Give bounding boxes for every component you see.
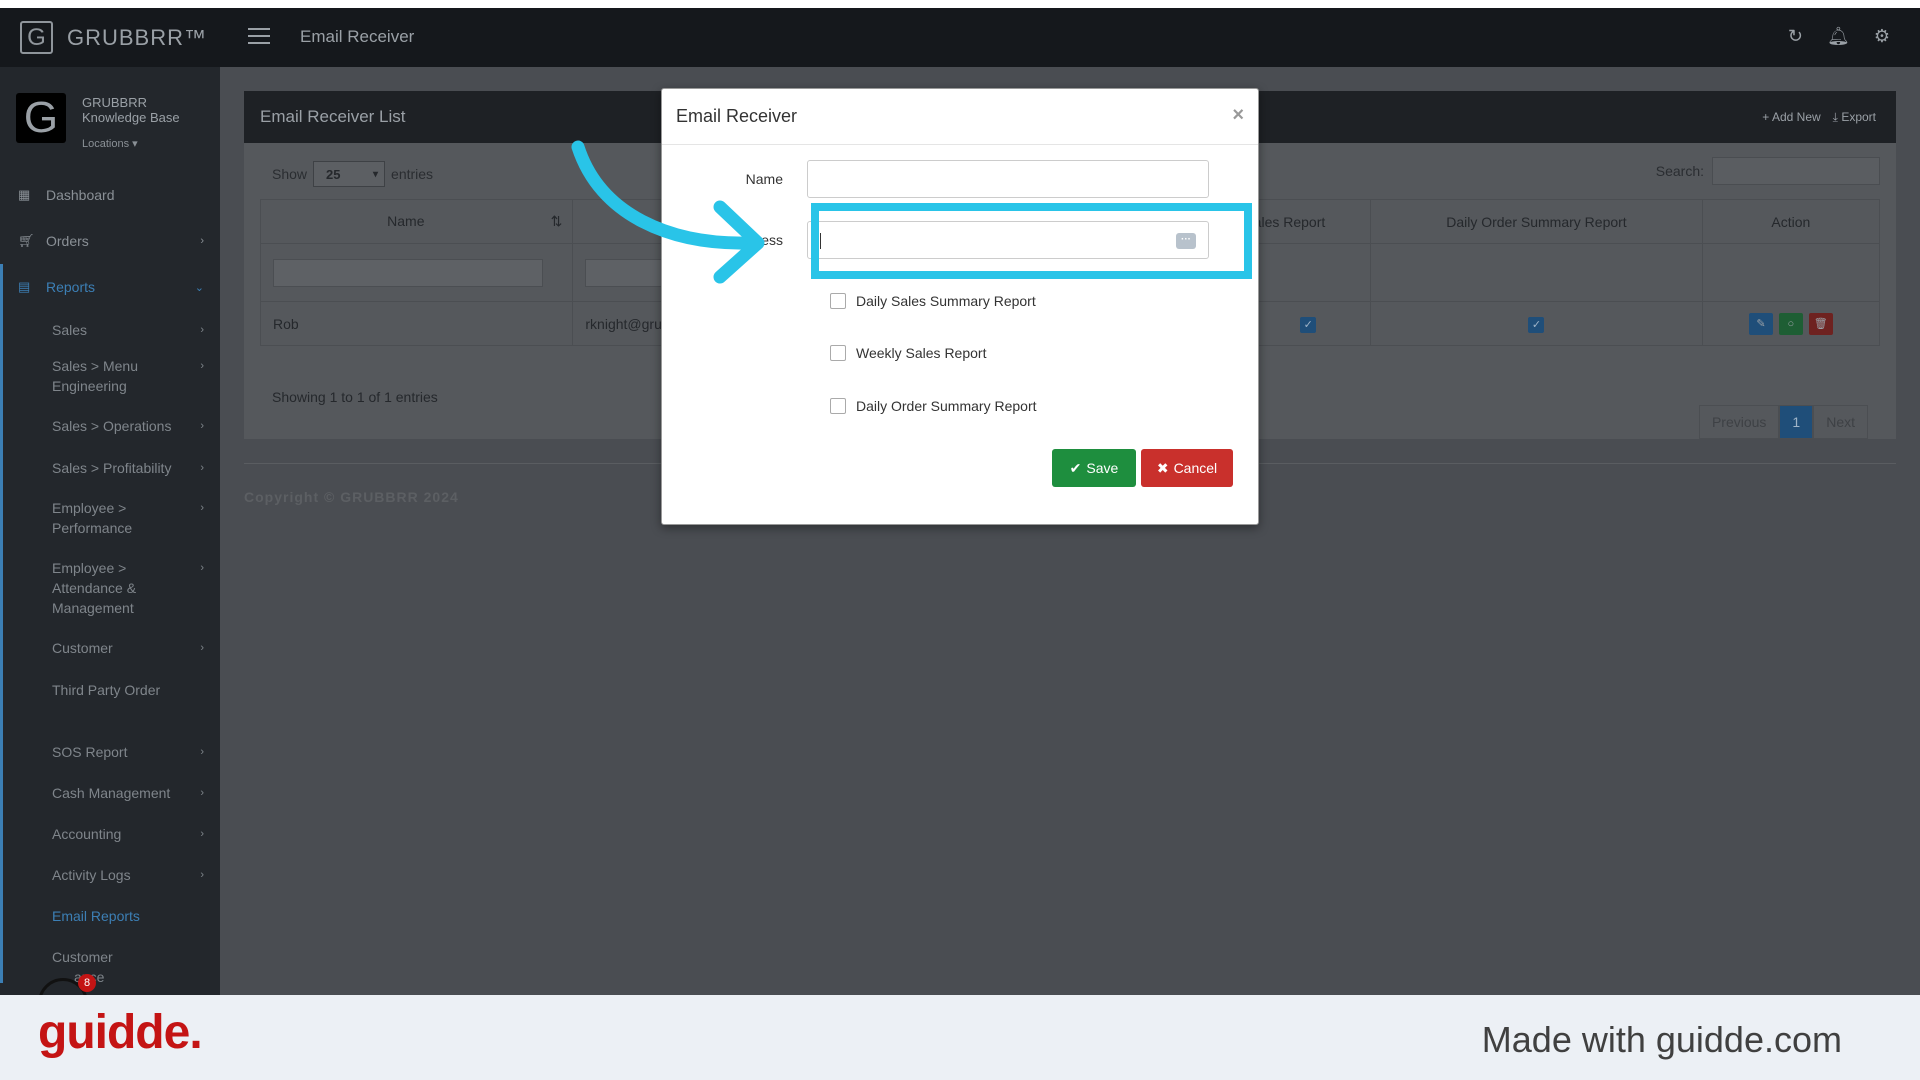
- file-icon: ▤: [18, 279, 31, 294]
- table-info: Showing 1 to 1 of 1 entries: [272, 389, 438, 405]
- top-strip: [0, 0, 1920, 8]
- user-panel: G GRUBBRR Knowledge Base Locations ▾: [0, 67, 220, 172]
- sidebar-item-email-reports[interactable]: Email Reports: [3, 902, 220, 943]
- search-control: Search:: [1656, 157, 1880, 185]
- refresh-icon[interactable]: ↻: [1788, 26, 1803, 47]
- more-icon[interactable]: ···: [1176, 233, 1196, 249]
- sidebar-item-reports[interactable]: ▤ Reports ⌄: [3, 264, 220, 310]
- sidebar-subitem[interactable]: Accounting ›: [3, 820, 220, 861]
- gear-icon[interactable]: ⚙: [1874, 26, 1890, 47]
- copyright: Copyright © GRUBBRR 2024: [244, 489, 459, 505]
- checkbox-daily-order-summary[interactable]: Daily Order Summary Report: [830, 398, 1037, 414]
- top-navbar: G GRUBBRR™ Email Receiver ↻ 🔔︎ ⚙: [0, 8, 1920, 67]
- locations-dropdown[interactable]: Locations ▾: [82, 137, 138, 150]
- checked-icon: ✓: [1300, 316, 1317, 333]
- pagination-previous[interactable]: Previous: [1698, 405, 1780, 439]
- text-caret: [820, 233, 821, 249]
- guidde-footer: guidde. Made with guidde.com: [0, 995, 1920, 1080]
- cancel-button[interactable]: ✖ Cancel: [1141, 449, 1233, 487]
- sidebar-subitem[interactable]: Employee > Performance ›: [3, 494, 220, 554]
- close-icon: ✖: [1156, 459, 1169, 476]
- checkbox-weekly-sales[interactable]: Weekly Sales Report: [830, 345, 986, 361]
- name-label: Name: [745, 171, 783, 187]
- sidebar: G GRUBBRR Knowledge Base Locations ▾ ▦ D…: [0, 67, 220, 995]
- checked-icon: ✓: [1528, 316, 1545, 333]
- sidebar-subitem[interactable]: Customerance: [3, 943, 220, 985]
- dashboard-icon: ▦: [18, 187, 31, 202]
- made-with-text: Made with guidde.com: [1481, 1019, 1842, 1060]
- checkbox-daily-sales-summary[interactable]: Daily Sales Summary Report: [830, 293, 1036, 309]
- checkbox[interactable]: [830, 345, 846, 361]
- name-input[interactable]: [807, 160, 1209, 198]
- sidebar-subitem[interactable]: Sales > Operations ›: [3, 412, 220, 454]
- checkbox[interactable]: [830, 398, 846, 414]
- sidebar-subitem[interactable]: Cash Management ›: [3, 779, 220, 820]
- pagination-page[interactable]: 1: [1779, 405, 1814, 439]
- add-new-button[interactable]: + Add New: [1762, 110, 1820, 125]
- brand-name: GRUBBRR™: [67, 24, 208, 50]
- notification-badge: 8: [78, 974, 96, 992]
- brand[interactable]: G GRUBBRR™: [0, 8, 220, 67]
- sidebar-subitem[interactable]: SOS Report ›: [3, 738, 220, 779]
- sidebar-subitem[interactable]: Sales > Profitability ›: [3, 454, 220, 494]
- avatar: G: [16, 93, 66, 143]
- sidebar-subitem[interactable]: Customer ›: [3, 634, 220, 676]
- check-icon: ✔: [1069, 459, 1082, 476]
- cart-icon: 🛒︎: [18, 233, 35, 248]
- refresh-icon[interactable]: ○: [1778, 312, 1803, 335]
- chevron-down-icon: ⌄: [194, 281, 204, 294]
- modal-header: Email Receiver ×: [662, 89, 1258, 145]
- page-title: Email Receiver: [300, 27, 415, 46]
- pagination-next[interactable]: Next: [1813, 405, 1868, 439]
- column-header-name[interactable]: Name ⇅: [259, 199, 574, 244]
- box-title: Email Receiver List: [260, 107, 406, 126]
- email-field-row: ddress ···: [662, 221, 1209, 259]
- entries-control: Show 25 ▾ entries: [272, 161, 433, 187]
- edit-icon[interactable]: ✎: [1748, 312, 1773, 335]
- sidebar-item-orders[interactable]: 🛒︎ Orders ›: [0, 218, 220, 264]
- cell-name: Rob: [259, 301, 574, 346]
- brand-logo: G: [20, 21, 53, 54]
- email-label: ddress: [740, 232, 783, 248]
- menu-toggle-icon[interactable]: [248, 28, 270, 46]
- pagination: Previous 1 Next: [1698, 405, 1868, 439]
- sidebar-subitem[interactable]: Activity Logs ›: [3, 861, 220, 902]
- sidebar-subitem[interactable]: Employee > Attendance & Management ›: [3, 554, 220, 634]
- name-field-row: Name: [662, 160, 1209, 198]
- search-input[interactable]: [1712, 157, 1880, 185]
- filter-input-name[interactable]: [273, 258, 543, 287]
- column-header-daily-order[interactable]: Daily Order Summary Report: [1370, 199, 1703, 244]
- modal-title: Email Receiver: [676, 106, 798, 126]
- delete-icon[interactable]: 🗑︎: [1808, 312, 1833, 335]
- export-button[interactable]: ⤓ Export: [1833, 110, 1876, 125]
- email-receiver-modal: Email Receiver × Name ddress ··· Daily S…: [661, 88, 1259, 525]
- bell-icon[interactable]: 🔔︎: [1827, 26, 1850, 47]
- save-button[interactable]: ✔ Save: [1052, 449, 1136, 487]
- entries-select[interactable]: 25 ▾: [313, 161, 386, 187]
- checkbox[interactable]: [830, 293, 846, 309]
- sidebar-subitem[interactable]: Sales > Menu Engineering ›: [3, 352, 220, 412]
- user-name: GRUBBRR Knowledge Base: [82, 95, 180, 125]
- email-input[interactable]: ···: [807, 221, 1209, 259]
- close-icon[interactable]: ×: [1232, 104, 1244, 127]
- sidebar-subitem[interactable]: Third Party Order: [3, 676, 220, 738]
- column-header-action: Action: [1701, 199, 1881, 244]
- guidde-logo: guidde.: [38, 1006, 203, 1059]
- sidebar-subitem[interactable]: Sales ›: [3, 310, 220, 352]
- sidebar-item-dashboard[interactable]: ▦ Dashboard: [0, 172, 220, 218]
- chevron-right-icon: ›: [200, 235, 204, 247]
